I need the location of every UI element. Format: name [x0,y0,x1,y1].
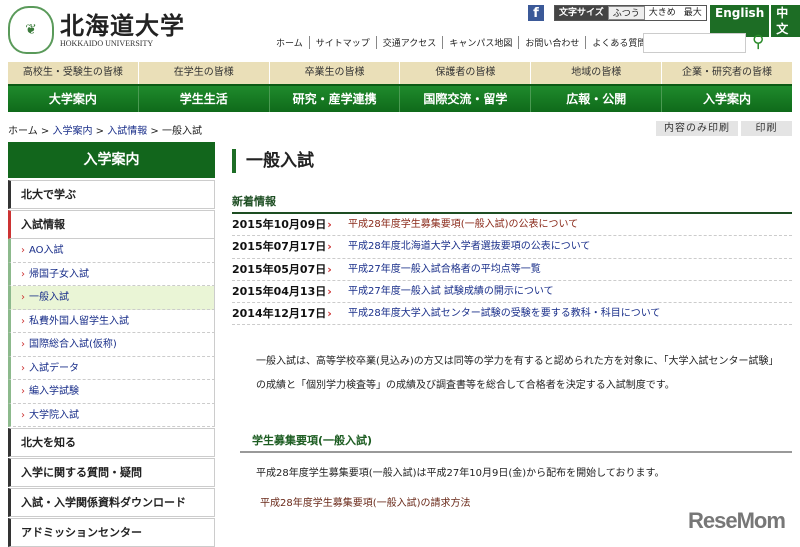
audience-business[interactable]: 企業・研究者の皆様 [661,62,792,84]
breadcrumb-admissions[interactable]: 入学案内 [52,126,92,137]
intro-paragraph: 一般入試は、高等学校卒業(見込み)の方又は同等の学力を有すると認められた方を対象… [256,356,779,391]
sidebar-sub-international-comprehensive[interactable]: 国際総合入試(仮称) [8,333,215,357]
sidebar-sub-data[interactable]: 入試データ [8,356,215,380]
lang-chinese[interactable]: 中文 [771,5,800,37]
news-item: 2015年07月17日平成28年度北海道大学入学者選抜要項の公表について [232,236,792,259]
nav-student-life[interactable]: 学生生活 [137,86,269,112]
breadcrumb-current: 一般入試 [161,126,202,137]
utility-links: ホーム サイトマップ 交通アクセス キャンパス地図 お問い合わせ よくある質問 [270,36,652,49]
font-size-switcher: 文字サイズ ふつう 大きめ 最大 [554,5,707,21]
news-link[interactable]: 平成27年度一般入試 試験成績の開示について [348,281,554,302]
sidebar-item-know[interactable]: 北大を知る [8,428,215,457]
util-campus-map[interactable]: キャンパス地図 [442,36,518,49]
page-title: 一般入試 [232,149,792,173]
news-link[interactable]: 平成28年度北海道大学入学者選抜要項の公表について [348,236,590,257]
news-item: 2015年04月13日平成27年度一般入試 試験成績の開示について [232,281,792,304]
sidebar-heading: 入学案内 [8,142,215,178]
util-access[interactable]: 交通アクセス [375,36,443,49]
nav-about[interactable]: 大学案内 [8,86,138,112]
sidebar-item-admission-center[interactable]: アドミッションセンター [8,518,215,547]
nav-admissions[interactable]: 入学案内 [661,86,792,112]
audience-parents[interactable]: 保護者の皆様 [399,62,530,84]
sidebar-item-study[interactable]: 北大で学ぶ [8,180,215,209]
font-size-max[interactable]: 最大 [680,6,706,20]
breadcrumb-home[interactable]: ホーム [8,126,38,137]
news-link[interactable]: 平成28年度学生募集要項(一般入試)の公表について [348,214,578,235]
sidebar: 入学案内 北大で学ぶ 入試情報 AO入試 帰国子女入試 一般入試 私費外国人留学… [8,142,215,547]
nav-international[interactable]: 国際交流・留学 [399,86,530,112]
sidebar-item-downloads[interactable]: 入試・入学関係資料ダウンロード [8,488,215,517]
news-date: 2015年10月09日 [232,214,348,235]
sidebar-sub-ao[interactable]: AO入試 [8,239,215,263]
util-sitemap[interactable]: サイトマップ [308,36,376,49]
sidebar-item-exam-info[interactable]: 入試情報 [8,210,215,239]
sidebar-item-faq[interactable]: 入学に関する質問・疑問 [8,458,215,487]
section-text: 平成28年度学生募集要項(一般入試)は平成27年10月9日(金)から配布を開始し… [256,468,665,479]
font-size-label: 文字サイズ [555,6,608,20]
breadcrumb-exam-info[interactable]: 入試情報 [107,126,147,137]
university-logo[interactable]: ❦ 北海道大学 HOKKAIDO UNIVERSITY [8,6,185,54]
news-item: 2014年12月17日平成28年度大学入試センター試験の受験を要する教科・科目に… [232,303,792,326]
sidebar-sub-transfer[interactable]: 編入学試験 [8,380,215,404]
logo-en: HOKKAIDO UNIVERSITY [60,38,154,48]
news-item: 2015年10月09日平成28年度学生募集要項(一般入試)の公表について [232,214,792,237]
emblem-icon: ❦ [8,6,54,54]
news-date: 2015年07月17日 [232,236,348,257]
section-heading: 学生募集要項(一般入試) [240,432,792,453]
sidebar-sub-graduate[interactable]: 大学院入試 [8,403,215,427]
print-content-button[interactable]: 内容のみ印刷 [656,121,738,136]
news-date: 2015年05月07日 [232,259,348,280]
news-link[interactable]: 平成27年度一般入試合格者の平均点等一覧 [348,259,541,280]
audience-nav: 高校生・受験生の皆様 在学生の皆様 卒業生の皆様 保護者の皆様 地域の皆様 企業… [8,62,792,84]
sidebar-sub-international-private[interactable]: 私費外国人留学生入試 [8,309,215,333]
font-size-large[interactable]: 大きめ [645,6,680,20]
logo-jp: 北海道大学 [60,10,185,40]
audience-community[interactable]: 地域の皆様 [530,62,661,84]
watermark: ReseMom [688,508,786,533]
news-heading: 新着情報 [232,193,792,214]
news-item: 2015年05月07日平成27年度一般入試合格者の平均点等一覧 [232,259,792,281]
audience-alumni[interactable]: 卒業生の皆様 [268,62,400,84]
news-date: 2014年12月17日 [232,303,348,324]
print-button[interactable]: 印刷 [741,121,792,136]
search-icon[interactable]: ⚲ [752,32,764,52]
audience-students[interactable]: 高校生・受験生の皆様 [8,62,138,84]
request-method-link[interactable]: 平成28年度学生募集要項(一般入試)の請求方法 [260,494,471,509]
audience-current[interactable]: 在学生の皆様 [137,62,269,84]
sidebar-sub-general[interactable]: 一般入試 [8,286,215,310]
util-home[interactable]: ホーム [270,36,309,49]
facebook-icon[interactable]: f [528,5,544,21]
util-contact[interactable]: お問い合わせ [518,36,585,49]
search-input[interactable] [643,33,746,53]
main-nav: 大学案内 学生生活 研究・産学連携 国際交流・留学 広報・公開 入学案内 [8,84,792,112]
news-date: 2015年04月13日 [232,281,348,302]
main-content: 一般入試 新着情報 2015年10月09日平成28年度学生募集要項(一般入試)の… [232,142,792,326]
nav-pr[interactable]: 広報・公開 [530,86,661,112]
sidebar-sub-returnee[interactable]: 帰国子女入試 [8,262,215,286]
font-size-normal[interactable]: ふつう [607,6,645,20]
breadcrumb: ホーム > 入学案内 > 入試情報 > 一般入試 [8,126,202,137]
nav-research[interactable]: 研究・産学連携 [268,86,400,112]
news-link[interactable]: 平成28年度大学入試センター試験の受験を要する教科・科目について [348,303,660,324]
